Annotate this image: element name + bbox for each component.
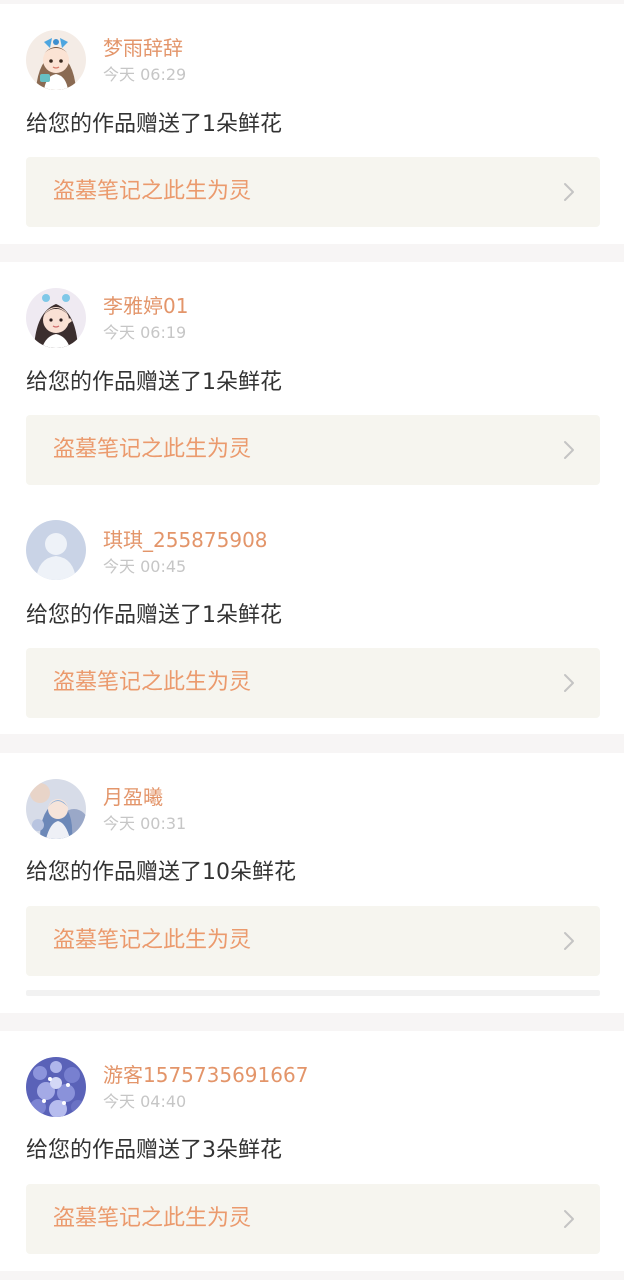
user-name[interactable]: 琪琪_255875908	[103, 528, 268, 552]
notification-card: 游客1575735691667 今天 04:40 给您的作品赠送了3朵鲜花 盗墓…	[0, 1031, 624, 1271]
chevron-right-icon	[564, 183, 574, 201]
gift-message: 给您的作品赠送了10朵鲜花	[26, 860, 296, 885]
user-name[interactable]: 游客1575735691667	[103, 1063, 308, 1087]
work-link[interactable]: 盗墓笔记之此生为灵	[26, 157, 600, 227]
notification-card: 梦雨辞辞 今天 06:29 给您的作品赠送了1朵鲜花 盗墓笔记之此生为灵	[0, 4, 624, 244]
divider	[26, 990, 600, 996]
work-title: 盗墓笔记之此生为灵	[53, 1206, 252, 1231]
timestamp: 今天 04:40	[103, 1092, 187, 1111]
timestamp: 今天 06:19	[103, 323, 187, 342]
user-name[interactable]: 李雅婷01	[103, 294, 188, 318]
girl-photo-avatar-icon[interactable]	[26, 288, 86, 348]
timestamp: 今天 06:29	[103, 65, 187, 84]
work-link[interactable]: 盗墓笔记之此生为灵	[26, 415, 600, 485]
timestamp: 今天 00:45	[103, 557, 187, 576]
chevron-right-icon	[564, 441, 574, 459]
work-link[interactable]: 盗墓笔记之此生为灵	[26, 1184, 600, 1254]
work-link[interactable]: 盗墓笔记之此生为灵	[26, 648, 600, 718]
chevron-right-icon	[564, 932, 574, 950]
work-title: 盗墓笔记之此生为灵	[53, 928, 252, 953]
anime-girl-avatar-icon[interactable]	[26, 30, 86, 90]
user-name[interactable]: 月盈曦	[103, 785, 163, 809]
work-title: 盗墓笔记之此生为灵	[53, 670, 252, 695]
gift-message: 给您的作品赠送了1朵鲜花	[26, 370, 282, 395]
notification-card: 月盈曦 今天 00:31 给您的作品赠送了10朵鲜花 盗墓笔记之此生为灵	[0, 753, 624, 1013]
work-link[interactable]: 盗墓笔记之此生为灵	[26, 906, 600, 976]
work-title: 盗墓笔记之此生为灵	[53, 437, 252, 462]
default-user-avatar-icon[interactable]	[26, 520, 86, 580]
portrait-avatar-icon[interactable]	[26, 779, 86, 839]
user-name[interactable]: 梦雨辞辞	[103, 36, 183, 60]
blue-flowers-avatar-icon[interactable]	[26, 1057, 86, 1117]
work-title: 盗墓笔记之此生为灵	[53, 179, 252, 204]
chevron-right-icon	[564, 674, 574, 692]
chevron-right-icon	[564, 1210, 574, 1228]
gift-message: 给您的作品赠送了3朵鲜花	[26, 1138, 282, 1163]
gift-message: 给您的作品赠送了1朵鲜花	[26, 112, 282, 137]
timestamp: 今天 00:31	[103, 814, 187, 833]
gift-notification-feed: 梦雨辞辞 今天 06:29 给您的作品赠送了1朵鲜花 盗墓笔记之此生为灵 李雅婷…	[0, 0, 624, 1280]
notification-card: 李雅婷01 今天 06:19 给您的作品赠送了1朵鲜花 盗墓笔记之此生为灵	[0, 262, 624, 498]
gift-message: 给您的作品赠送了1朵鲜花	[26, 603, 282, 628]
notification-card: 琪琪_255875908 今天 00:45 给您的作品赠送了1朵鲜花 盗墓笔记之…	[0, 498, 624, 734]
